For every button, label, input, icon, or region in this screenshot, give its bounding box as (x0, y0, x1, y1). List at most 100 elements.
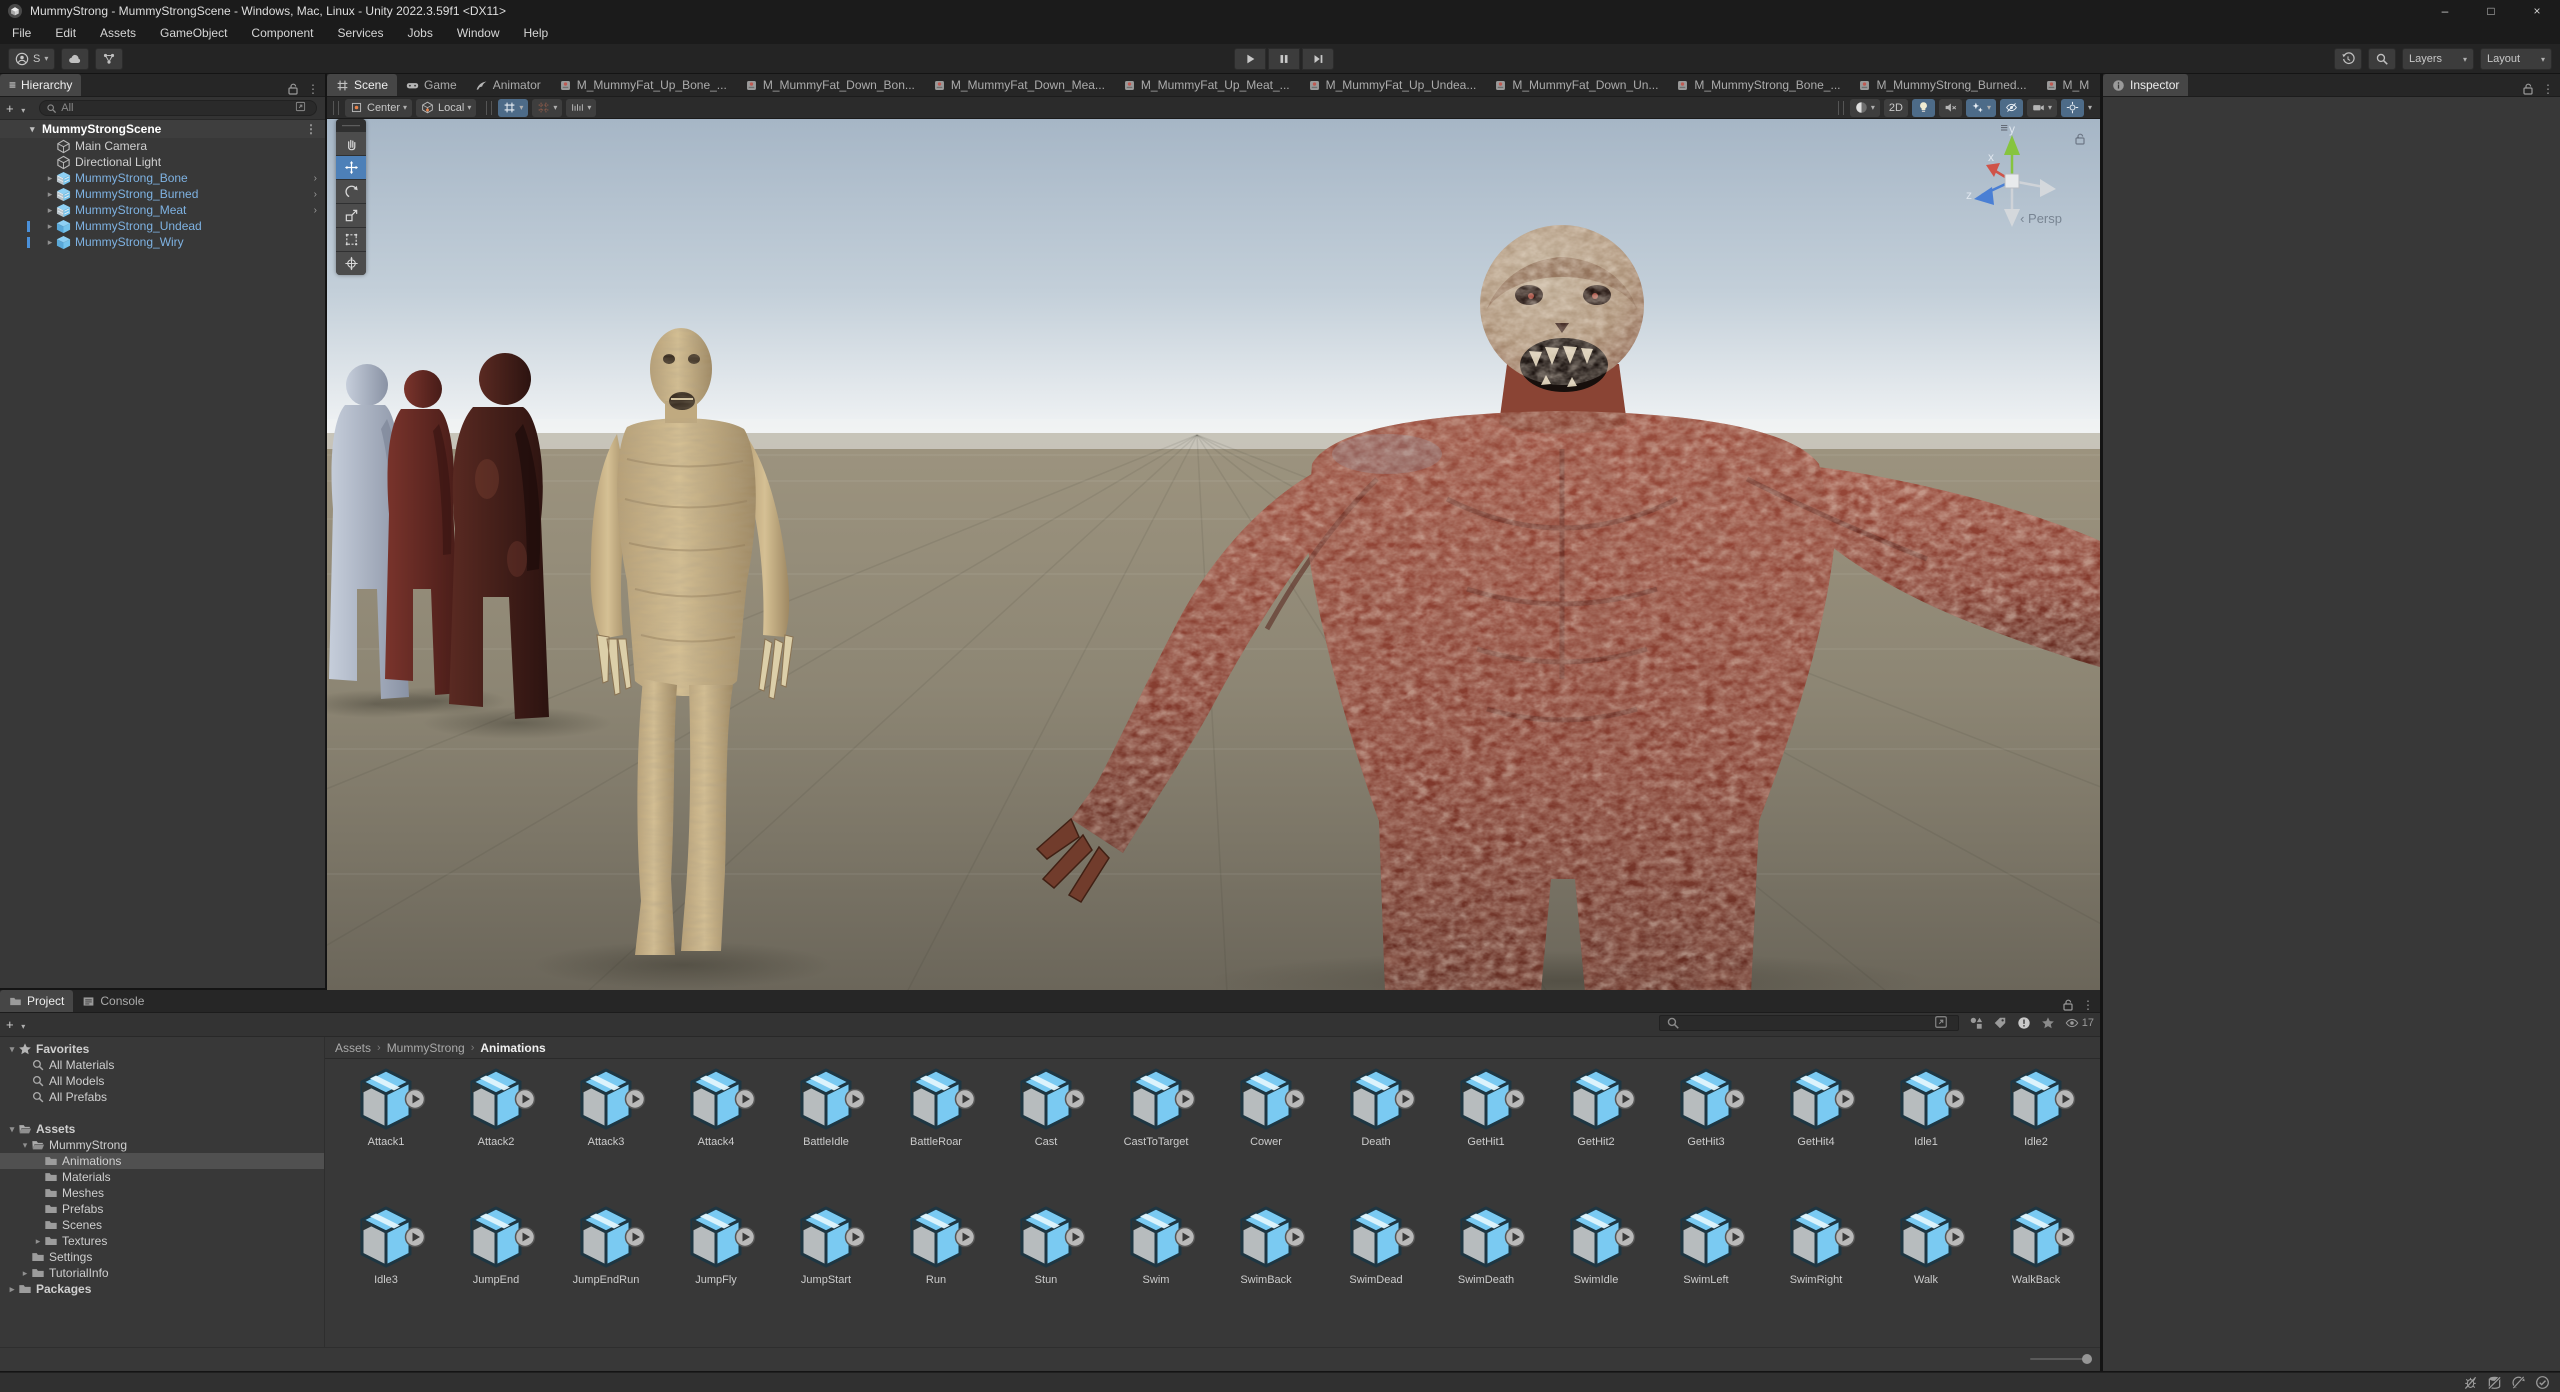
play-preview-badge[interactable] (1834, 1226, 1856, 1248)
grid-visibility-toggle[interactable]: ▾ (498, 98, 529, 117)
play-preview-badge[interactable] (954, 1226, 976, 1248)
tool-pivot-button[interactable]: Center ▾ (345, 98, 413, 117)
play-preview-badge[interactable] (1724, 1226, 1746, 1248)
play-preview-badge[interactable] (1064, 1226, 1086, 1248)
asset-item-gethit4[interactable]: GetHit4 (1761, 1067, 1871, 1197)
rotate-tool[interactable] (336, 180, 366, 203)
add-asset-button[interactable]: + ▾ (6, 1017, 25, 1032)
snap-increment-button[interactable]: ▾ (566, 98, 597, 117)
view-hand-tool[interactable] (336, 132, 366, 155)
play-preview-badge[interactable] (1284, 1226, 1306, 1248)
play-preview-badge[interactable] (1614, 1226, 1636, 1248)
open-search-window-icon[interactable] (295, 101, 310, 115)
move-tool[interactable] (336, 156, 366, 179)
gizmo-lock-icon[interactable] (2075, 133, 2086, 148)
prefab-open-chevron[interactable]: › (314, 173, 317, 184)
menu-item-help[interactable]: Help (512, 22, 561, 44)
tab-m-mummyfat-down-un[interactable]: M_MummyFat_Down_Un... (1485, 74, 1667, 96)
asset-item-gethit3[interactable]: GetHit3 (1651, 1067, 1761, 1197)
asset-item-stun[interactable]: Stun (991, 1205, 1101, 1335)
play-preview-badge[interactable] (844, 1226, 866, 1248)
tree-item-animations[interactable]: Animations (0, 1153, 324, 1169)
gizmos-toggle[interactable] (2060, 98, 2084, 117)
add-object-button[interactable]: + ▾ (6, 101, 25, 116)
asset-item-idle3[interactable]: Idle3 (331, 1205, 441, 1335)
search-by-label-icon[interactable] (1993, 1016, 2007, 1030)
asset-item-swimidle[interactable]: SwimIdle (1541, 1205, 1651, 1335)
breadcrumb-assets[interactable]: Assets (335, 1041, 371, 1055)
asset-item-run[interactable]: Run (881, 1205, 991, 1335)
draw-mode-dropdown[interactable]: ▾ (1849, 98, 1880, 117)
asset-item-battleroar[interactable]: BattleRoar (881, 1067, 991, 1197)
hierarchy-item-directional-light[interactable]: Directional Light (0, 154, 325, 170)
search-by-type-icon[interactable] (1969, 1016, 1983, 1030)
tree-item-packages[interactable]: ▸ Packages (0, 1281, 324, 1297)
tree-item-settings[interactable]: Settings (0, 1249, 324, 1265)
asset-item-idle1[interactable]: Idle1 (1871, 1067, 1981, 1197)
maximize-button[interactable]: □ (2468, 0, 2514, 22)
asset-item-attack2[interactable]: Attack2 (441, 1067, 551, 1197)
cloud-button[interactable] (61, 47, 90, 70)
hierarchy-item-mummystrong-bone[interactable]: ▸ MummyStrong_Bone › (0, 170, 325, 186)
2d-toggle[interactable]: 2D (1883, 98, 1908, 117)
asset-item-swim[interactable]: Swim (1101, 1205, 1211, 1335)
tree-item-assets[interactable]: ▾ Assets (0, 1121, 324, 1137)
tab-m-mummyfat-down-bon[interactable]: M_MummyFat_Down_Bon... (736, 74, 924, 96)
tab-console[interactable]: Console (73, 990, 153, 1012)
layout-dropdown[interactable]: Layout ▾ (2480, 48, 2552, 70)
menu-item-component[interactable]: Component (239, 22, 325, 44)
asset-item-cower[interactable]: Cower (1211, 1067, 1321, 1197)
asset-item-attack3[interactable]: Attack3 (551, 1067, 661, 1197)
menu-item-gameobject[interactable]: GameObject (148, 22, 239, 44)
play-preview-badge[interactable] (844, 1088, 866, 1110)
play-preview-badge[interactable] (1504, 1088, 1526, 1110)
lock-icon[interactable] (288, 83, 299, 95)
tree-item-materials[interactable]: Materials (0, 1169, 324, 1185)
tree-item-meshes[interactable]: Meshes (0, 1185, 324, 1201)
refresh-disabled-icon[interactable] (2511, 1375, 2526, 1390)
asset-item-casttotarget[interactable]: CastToTarget (1101, 1067, 1211, 1197)
hierarchy-scene-row[interactable]: ▾ MummyStrongScene ⋮ (0, 120, 325, 148)
scene-menu-icon[interactable]: ⋮ (305, 122, 317, 136)
close-button[interactable]: × (2514, 0, 2560, 22)
undo-history-button[interactable] (2334, 48, 2362, 70)
tree-item-mummystrong[interactable]: ▾ MummyStrong (0, 1137, 324, 1153)
hierarchy-item-mummystrong-undead[interactable]: ▸ MummyStrong_Undead (0, 218, 325, 234)
play-preview-badge[interactable] (734, 1226, 756, 1248)
panel-menu-icon[interactable]: ⋮ (2082, 998, 2094, 1012)
asset-item-cast[interactable]: Cast (991, 1067, 1101, 1197)
tab-m-m[interactable]: M_M (2036, 74, 2099, 96)
expander-icon[interactable]: ▸ (32, 1236, 44, 1247)
toolbar-drag-handle[interactable] (333, 100, 339, 115)
menu-item-assets[interactable]: Assets (88, 22, 148, 44)
tab-m-mummyfat-up-undea[interactable]: M_MummyFat_Up_Undea... (1299, 74, 1486, 96)
menu-item-window[interactable]: Window (445, 22, 512, 44)
tree-item-scenes[interactable]: Scenes (0, 1217, 324, 1233)
panel-menu-icon[interactable]: ⋮ (2542, 82, 2554, 96)
expander-icon[interactable]: ▾ (6, 1044, 18, 1055)
asset-item-jumpendrun[interactable]: JumpEndRun (551, 1205, 661, 1335)
hierarchy-item-mummystrong-meat[interactable]: ▸ MummyStrong_Meat › (0, 202, 325, 218)
search-by-import-log-icon[interactable] (2017, 1016, 2031, 1030)
tree-item-textures[interactable]: ▸ Textures (0, 1233, 324, 1249)
expander-icon[interactable]: ▾ (30, 124, 42, 135)
asset-item-idle2[interactable]: Idle2 (1981, 1067, 2091, 1197)
play-preview-badge[interactable] (514, 1226, 536, 1248)
tab-game[interactable]: Game (397, 74, 466, 96)
tree-item-prefabs[interactable]: Prefabs (0, 1201, 324, 1217)
tab-m-mummystrong-burned[interactable]: M_MummyStrong_Burned... (1849, 74, 2035, 96)
play-preview-badge[interactable] (1174, 1226, 1196, 1248)
asset-item-swimleft[interactable]: SwimLeft (1651, 1205, 1761, 1335)
version-control-button[interactable] (95, 47, 124, 70)
tree-item-all-models[interactable]: All Models (0, 1073, 324, 1089)
play-preview-badge[interactable] (1394, 1088, 1416, 1110)
breadcrumb-animations[interactable]: Animations (480, 1041, 545, 1055)
tab-m-mummyfat-up-meat[interactable]: M_MummyFat_Up_Meat_... (1114, 74, 1299, 96)
panel-menu-icon[interactable]: ⋮ (307, 82, 319, 96)
asset-item-jumpstart[interactable]: JumpStart (771, 1205, 881, 1335)
transform-tool[interactable] (336, 252, 366, 275)
menu-item-file[interactable]: File (0, 22, 43, 44)
play-preview-badge[interactable] (2054, 1088, 2076, 1110)
play-preview-badge[interactable] (514, 1088, 536, 1110)
search-button[interactable] (2368, 48, 2396, 70)
